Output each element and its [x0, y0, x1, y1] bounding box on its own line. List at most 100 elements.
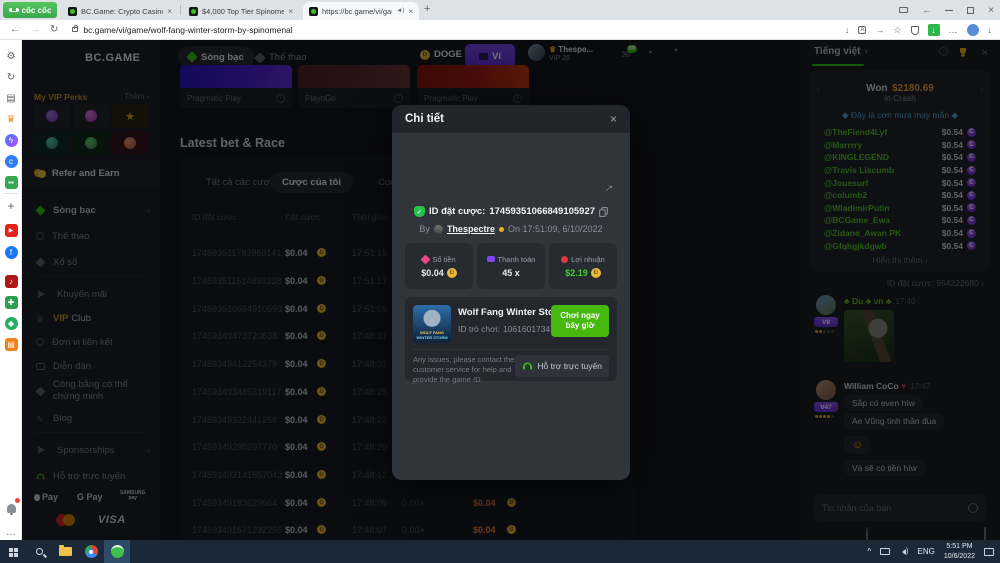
close-window-button[interactable]: ×: [988, 5, 994, 16]
address-bar-actions: ↓ A → ☆ ↓ … ↓: [845, 20, 992, 40]
crown-vip-icon[interactable]: ♛: [3, 111, 19, 127]
extensions-icon[interactable]: …: [949, 25, 958, 35]
divider: [413, 349, 609, 350]
browser-tab-active[interactable]: https://bc.game/vi/game ◄) ×: [303, 2, 419, 20]
bookmark-star-icon[interactable]: ☆: [893, 25, 901, 36]
tab-title: https://bc.game/vi/game: [322, 7, 392, 16]
bcgame-favicon-icon: [309, 7, 318, 16]
doge-coin-icon: Ð: [591, 268, 601, 278]
audio-icon: ◄): [396, 8, 404, 14]
downloads-tray-icon[interactable]: ↓: [988, 25, 993, 35]
browser-tab-promo[interactable]: $4,000 Top Tier Spinomenal ×: [183, 2, 299, 20]
modal-body: → ✓ ID đặt cược: 17459351066849105927 By…: [392, 133, 630, 480]
translate-icon[interactable]: A: [858, 26, 866, 34]
game-info-box: WOLF FANG WINTER STORM Wolf Fang Winter …: [405, 297, 617, 381]
taskbar-tray: ^ ) ENG 5:51 PM10/6/2022: [867, 542, 1000, 560]
bee-icon: [499, 227, 504, 232]
reload-icon[interactable]: ↻: [50, 24, 58, 35]
shop-app-icon[interactable]: ◆: [3, 315, 19, 331]
facebook-icon[interactable]: f: [3, 244, 19, 260]
file-explorer-icon[interactable]: [52, 540, 78, 563]
dice-icon: [421, 254, 431, 264]
back-icon[interactable]: ←: [10, 24, 20, 35]
bcgame-favicon-icon: [68, 7, 77, 16]
url-text[interactable]: bc.game/vi/game/wolf-fang-winter-storm-b…: [83, 25, 292, 35]
start-button[interactable]: [0, 540, 26, 563]
cast-icon[interactable]: [899, 7, 908, 13]
author-name[interactable]: Thespectre: [447, 224, 495, 234]
tab-title: BC.Game: Crypto Casino Gan: [81, 7, 163, 16]
share-icon[interactable]: →: [875, 25, 884, 35]
coccoc-sidebar: ⚙ ↻ ▤ ♛ ϟ c ▪▪ + ▶ f ♪ ✚ ◆ ▤ …: [0, 40, 22, 540]
newsfeed-icon[interactable]: ▤: [3, 90, 19, 106]
live-support-button[interactable]: Hỗ trợ trực tuyến: [515, 355, 609, 377]
window-controls: ← ×: [899, 0, 994, 20]
modal-title: Chi tiết: [405, 113, 444, 125]
more-options-icon[interactable]: …: [3, 524, 19, 540]
action-center-icon[interactable]: [984, 548, 994, 556]
bet-stats: Số tiền $0.04Ð Thanh toán 45 x Lợi nhuận…: [405, 243, 617, 289]
cart-app-icon[interactable]: ▤: [3, 336, 19, 352]
gift-app-icon[interactable]: ✚: [3, 294, 19, 310]
network-icon[interactable]: [880, 548, 890, 555]
sidebar-divider: [4, 193, 18, 194]
taskbar-search-icon[interactable]: [26, 540, 52, 563]
bet-detail-modal: Chi tiết × → ✓ ID đặt cược: 174593510668…: [392, 105, 630, 480]
volume-icon[interactable]: ): [899, 548, 908, 555]
messenger-icon[interactable]: ϟ: [3, 132, 19, 148]
verified-shield-icon: ✓: [414, 206, 425, 217]
bet-id-label: ID đặt cược:: [429, 206, 485, 217]
tiktok-icon[interactable]: ♪: [3, 273, 19, 289]
save-page-icon[interactable]: ↓: [845, 25, 850, 35]
coccoc-glasses-icon: [9, 8, 19, 12]
support-note: Any issues, please contact the customer …: [413, 355, 531, 385]
coccoc-taskbar-icon[interactable]: [104, 540, 130, 563]
headset-icon: [522, 361, 533, 371]
tab-title: $4,000 Top Tier Spinomenal: [202, 7, 284, 16]
settings-gear-icon[interactable]: ⚙: [3, 48, 19, 64]
download-manager-icon[interactable]: ↓: [928, 24, 940, 36]
add-app-icon[interactable]: +: [3, 198, 19, 214]
chrome-icon[interactable]: [78, 540, 104, 563]
new-tab-button[interactable]: +: [424, 3, 430, 15]
close-icon[interactable]: ×: [288, 7, 293, 16]
windows-taskbar: ^ ) ENG 5:51 PM10/6/2022: [0, 540, 1000, 563]
copy-icon[interactable]: [599, 207, 608, 217]
profile-avatar[interactable]: [967, 24, 979, 36]
coccoc-menu-button[interactable]: cốc cốc: [3, 2, 57, 18]
play-now-button[interactable]: Chơi ngay bây giờ: [551, 305, 609, 337]
share-icon[interactable]: →: [598, 177, 617, 197]
language-indicator[interactable]: ENG: [918, 547, 935, 556]
lock-icon[interactable]: [72, 27, 78, 32]
browser-tab-bcgame[interactable]: BC.Game: Crypto Casino Gan ×: [62, 2, 178, 20]
browser-tab-bar: cốc cốc BC.Game: Crypto Casino Gan × $4,…: [0, 0, 1000, 20]
avatar: [434, 225, 443, 234]
bet-datetime: On 17:51:09, 6/10/2022: [508, 224, 603, 234]
by-label: By: [419, 224, 430, 234]
history-icon[interactable]: ↻: [3, 69, 19, 85]
tab-search-icon[interactable]: ←: [922, 5, 931, 15]
close-icon[interactable]: ×: [408, 7, 413, 16]
bet-author-row: By Thespectre On 17:51:09, 6/10/2022: [392, 224, 630, 234]
wallet-icon: [487, 256, 495, 262]
bet-id-value: 17459351066849105927: [489, 206, 595, 217]
adblock-shield-icon[interactable]: [911, 26, 919, 35]
close-icon[interactable]: ×: [167, 7, 172, 16]
screen: cốc cốc BC.Game: Crypto Casino Gan × $4,…: [0, 0, 1000, 563]
tray-expand-icon[interactable]: ^: [867, 547, 871, 556]
close-icon[interactable]: ×: [610, 112, 617, 126]
notifications-bell-icon[interactable]: [3, 500, 19, 516]
games-gamepad-icon[interactable]: ▪▪: [3, 174, 19, 190]
taskbar-clock[interactable]: 5:51 PM10/6/2022: [944, 542, 975, 560]
browser-address-bar: ← → ↻ bc.game/vi/game/wolf-fang-winter-s…: [0, 20, 1000, 40]
tab-separator: [180, 5, 181, 15]
stat-payout: Thanh toán 45 x: [477, 243, 545, 289]
forward-icon[interactable]: →: [30, 24, 40, 35]
medal-icon: [561, 256, 568, 263]
game-thumbnail[interactable]: WOLF FANG WINTER STORM: [413, 305, 451, 343]
maximize-button[interactable]: [967, 7, 974, 14]
minimize-button[interactable]: [945, 10, 953, 11]
youtube-icon[interactable]: ▶: [3, 222, 19, 238]
browser-app-icon[interactable]: c: [3, 153, 19, 169]
doge-coin-icon: Ð: [447, 268, 457, 278]
